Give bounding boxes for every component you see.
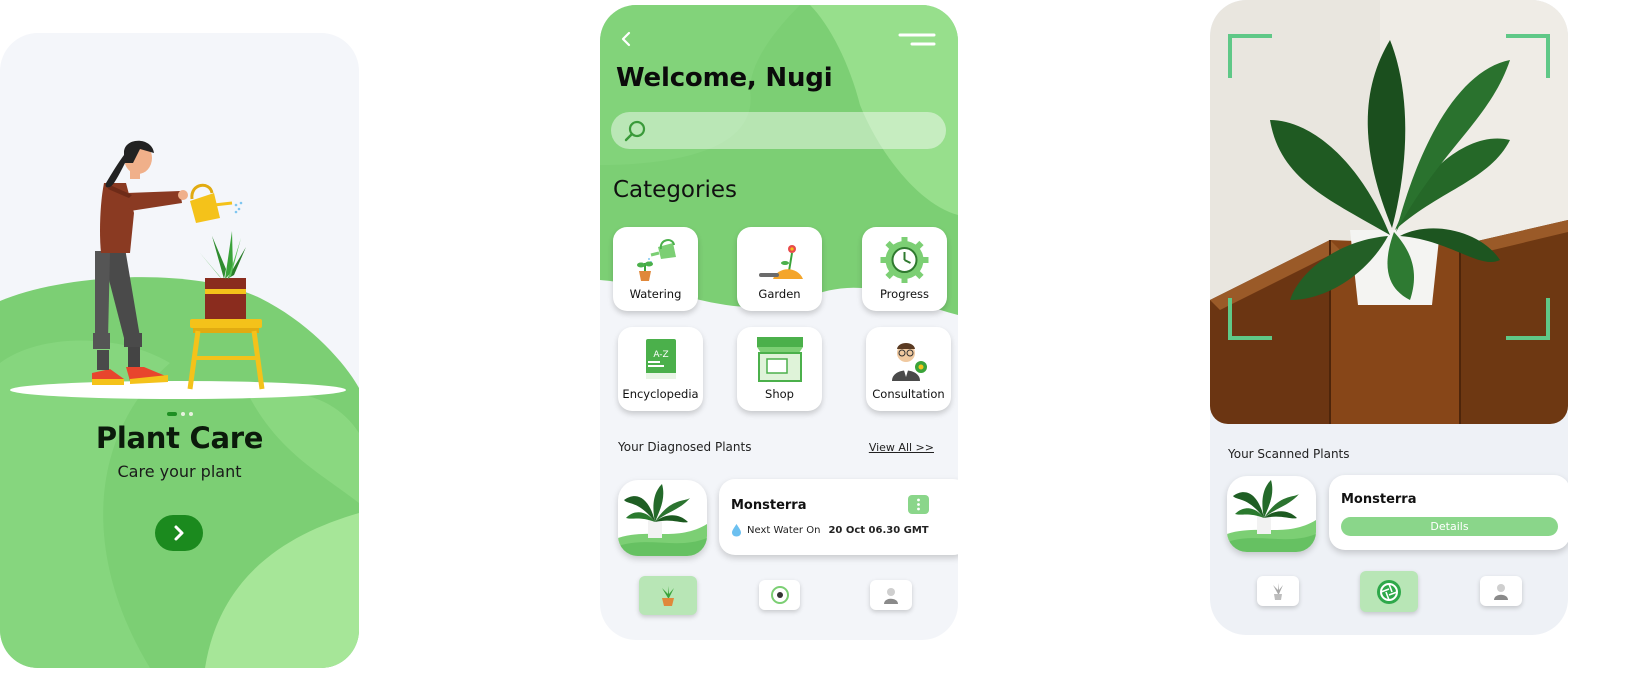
shop-icon — [757, 337, 803, 382]
chevron-right-icon — [174, 525, 184, 541]
category-label: Shop — [765, 387, 794, 401]
next-button[interactable] — [155, 515, 203, 551]
menu-icon[interactable] — [898, 32, 938, 48]
potted-plant-icon — [662, 585, 674, 606]
onboarding-subtitle: Care your plant — [117, 462, 242, 481]
water-drop-icon — [732, 524, 741, 537]
nav-plants-button[interactable] — [1257, 576, 1299, 606]
more-options-button[interactable] — [908, 495, 929, 514]
plant-name: Monsterra — [731, 498, 807, 513]
view-all-link[interactable]: View All >> — [869, 441, 934, 454]
scan-icon — [770, 586, 789, 604]
welcome-heading: Welcome, Nugi — [616, 63, 833, 93]
camera-viewfinder[interactable] — [1210, 0, 1568, 424]
home-screen: Welcome, Nugi Categories Watering Garden… — [600, 5, 958, 640]
next-water-row: Next Water On 20 Oct 06.30 GMT — [731, 523, 929, 537]
category-watering[interactable]: Watering — [613, 227, 698, 311]
scanned-plant-card[interactable]: Monsterra Details — [1329, 475, 1568, 550]
scan-screen: Your Scanned Plants Monsterra Details — [1210, 0, 1568, 635]
onboarding-background — [0, 140, 359, 668]
monstera-photo — [1210, 0, 1568, 424]
consultant-icon — [892, 343, 927, 381]
categories-heading: Categories — [613, 177, 737, 203]
scanned-plants-heading: Your Scanned Plants — [1228, 447, 1350, 461]
search-icon — [624, 120, 646, 141]
search-bar[interactable] — [611, 112, 946, 149]
category-label: Consultation — [872, 387, 945, 401]
onboarding-title: Plant Care — [95, 421, 264, 455]
garden-icon — [759, 245, 803, 279]
nav-scan-button[interactable] — [1360, 571, 1418, 612]
page-dot[interactable] — [181, 412, 185, 416]
profile-icon — [884, 588, 898, 604]
profile-icon — [1494, 584, 1508, 600]
plant-name: Monsterra — [1341, 492, 1417, 507]
nav-plants-button[interactable] — [639, 576, 697, 615]
onboarding-screen: Plant Care Care your plant — [0, 33, 359, 668]
svg-text:A-Z: A-Z — [653, 350, 668, 360]
watering-can-icon — [637, 239, 676, 281]
category-consultation[interactable]: Consultation — [866, 327, 951, 411]
progress-clock-icon — [880, 237, 929, 283]
page-dot-active[interactable] — [167, 412, 177, 416]
scanned-plant-thumbnail[interactable] — [1227, 476, 1316, 552]
succulent-icon — [1273, 583, 1283, 600]
encyclopedia-book-icon: A-Z — [646, 339, 676, 379]
category-progress[interactable]: Progress — [862, 227, 947, 311]
category-label: Watering — [629, 287, 682, 301]
diagnosed-plant-card[interactable]: Monsterra Next Water On 20 Oct 06.30 GMT — [719, 479, 958, 555]
details-button[interactable]: Details — [1341, 517, 1558, 536]
watering-can-illustration — [190, 183, 243, 223]
search-input[interactable] — [655, 123, 935, 138]
more-vertical-icon — [917, 498, 920, 511]
category-label: Progress — [879, 287, 930, 301]
potted-plant-illustration — [200, 231, 246, 319]
monstera-plant-image — [1227, 480, 1316, 552]
page-dot[interactable] — [189, 412, 193, 416]
next-water-date: 20 Oct 06.30 GMT — [828, 524, 929, 536]
scan-aperture-icon — [1377, 579, 1401, 604]
category-garden[interactable]: Garden — [737, 227, 822, 311]
nav-profile-button[interactable] — [870, 580, 912, 610]
category-encyclopedia[interactable]: A-Z Encyclopedia — [618, 327, 703, 411]
plant-thumbnail[interactable] — [618, 480, 707, 556]
nav-scan-button[interactable] — [759, 580, 800, 610]
nav-profile-button[interactable] — [1480, 576, 1522, 606]
monstera-plant-image — [618, 484, 707, 556]
next-water-label: Next Water On — [747, 524, 821, 536]
back-arrow-icon[interactable] — [616, 29, 636, 49]
category-label: Garden — [758, 287, 801, 301]
category-label: Encyclopedia — [622, 387, 699, 401]
category-shop[interactable]: Shop — [737, 327, 822, 411]
diagnosed-plants-heading: Your Diagnosed Plants — [618, 440, 752, 454]
page-indicator — [167, 412, 193, 416]
